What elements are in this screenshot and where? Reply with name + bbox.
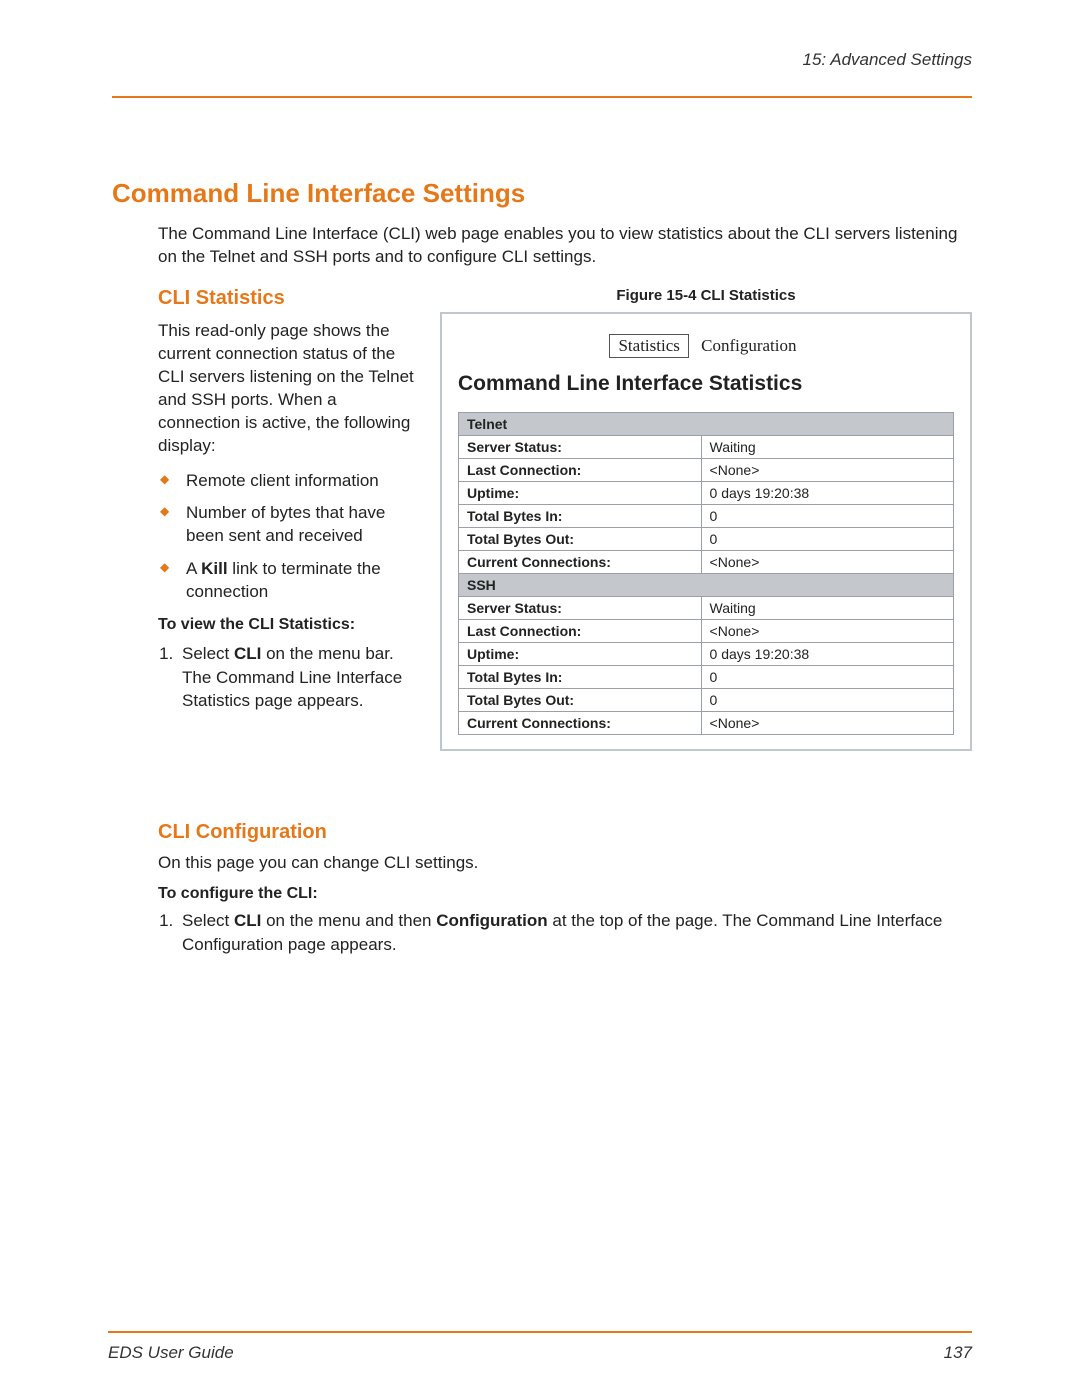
cli-stats-desc: This read-only page shows the current co… [158, 320, 418, 458]
step1-pre: Select [182, 644, 234, 663]
section-ssh: SSH [459, 573, 954, 596]
section-ssh-label: SSH [459, 573, 954, 596]
configure-step-1: Select CLI on the menu and then Configur… [178, 909, 972, 957]
row-label: Total Bytes Out: [459, 688, 702, 711]
row-value: Waiting [701, 596, 953, 619]
row-value: 0 [701, 527, 953, 550]
table-row: Last Connection:<None> [459, 458, 954, 481]
chapter-header: 15: Advanced Settings [112, 50, 972, 74]
row-label: Current Connections: [459, 711, 702, 734]
row-value: 0 [701, 504, 953, 527]
bullet-kill-bold: Kill [201, 559, 227, 578]
header-rule [112, 96, 972, 98]
row-value: 0 days 19:20:38 [701, 481, 953, 504]
row-value: 0 [701, 688, 953, 711]
table-row: Server Status:Waiting [459, 435, 954, 458]
tab-statistics[interactable]: Statistics [609, 334, 688, 358]
configure-steps: Select CLI on the menu and then Configur… [158, 909, 972, 957]
row-label: Last Connection: [459, 619, 702, 642]
table-row: Current Connections:<None> [459, 711, 954, 734]
panel-title: Command Line Interface Statistics [458, 372, 954, 396]
cli-stats-bullets: Remote client information Number of byte… [158, 470, 418, 605]
row-value: 0 [701, 665, 953, 688]
tab-configuration[interactable]: Configuration [695, 335, 802, 357]
row-label: Total Bytes Out: [459, 527, 702, 550]
footer-page-number: 137 [944, 1343, 972, 1363]
row-label: Total Bytes In: [459, 504, 702, 527]
row-value: <None> [701, 550, 953, 573]
cfg-step1-d: Configuration [436, 911, 547, 930]
view-stats-step-1: Select CLI on the menu bar. The Command … [178, 642, 418, 713]
bullet-kill-link: A Kill link to terminate the connection [158, 558, 418, 604]
row-label: Uptime: [459, 642, 702, 665]
table-row: Uptime:0 days 19:20:38 [459, 481, 954, 504]
view-stats-steps: Select CLI on the menu bar. The Command … [158, 642, 418, 713]
row-label: Current Connections: [459, 550, 702, 573]
cli-config-desc: On this page you can change CLI settings… [158, 852, 972, 875]
howto-configure: To configure the CLI: [158, 885, 972, 903]
cfg-step1-c: on the menu and then [261, 911, 436, 930]
panel-tabs: Statistics Configuration [458, 334, 954, 358]
page-title: Command Line Interface Settings [112, 178, 972, 209]
table-row: Total Bytes In:0 [459, 504, 954, 527]
cfg-step1-b: CLI [234, 911, 261, 930]
row-label: Server Status: [459, 435, 702, 458]
intro-paragraph: The Command Line Interface (CLI) web pag… [158, 223, 972, 269]
table-row: Total Bytes In:0 [459, 665, 954, 688]
section-telnet: Telnet [459, 412, 954, 435]
cli-stats-heading: CLI Statistics [158, 285, 418, 312]
row-value: <None> [701, 458, 953, 481]
table-row: Server Status:Waiting [459, 596, 954, 619]
table-row: Total Bytes Out:0 [459, 688, 954, 711]
footer-guide: EDS User Guide [108, 1343, 234, 1363]
cli-stats-panel: Statistics Configuration Command Line In… [440, 312, 972, 751]
step1-bold: CLI [234, 644, 261, 663]
stats-table: Telnet Server Status:Waiting Last Connec… [458, 412, 954, 735]
section-telnet-label: Telnet [459, 412, 954, 435]
cli-config-heading: CLI Configuration [158, 821, 972, 844]
table-row: Last Connection:<None> [459, 619, 954, 642]
row-label: Total Bytes In: [459, 665, 702, 688]
row-value: 0 days 19:20:38 [701, 642, 953, 665]
row-label: Last Connection: [459, 458, 702, 481]
row-value: <None> [701, 711, 953, 734]
row-label: Server Status: [459, 596, 702, 619]
table-row: Uptime:0 days 19:20:38 [459, 642, 954, 665]
row-label: Uptime: [459, 481, 702, 504]
table-row: Total Bytes Out:0 [459, 527, 954, 550]
bullet-bytes: Number of bytes that have been sent and … [158, 502, 418, 548]
footer-rule [108, 1331, 972, 1333]
bullet-kill-pre: A [186, 559, 201, 578]
howto-view-stats: To view the CLI Statistics: [158, 614, 418, 636]
row-value: <None> [701, 619, 953, 642]
table-row: Current Connections:<None> [459, 550, 954, 573]
row-value: Waiting [701, 435, 953, 458]
cfg-step1-a: Select [182, 911, 234, 930]
bullet-remote-client: Remote client information [158, 470, 418, 493]
figure-caption: Figure 15-4 CLI Statistics [440, 287, 972, 304]
